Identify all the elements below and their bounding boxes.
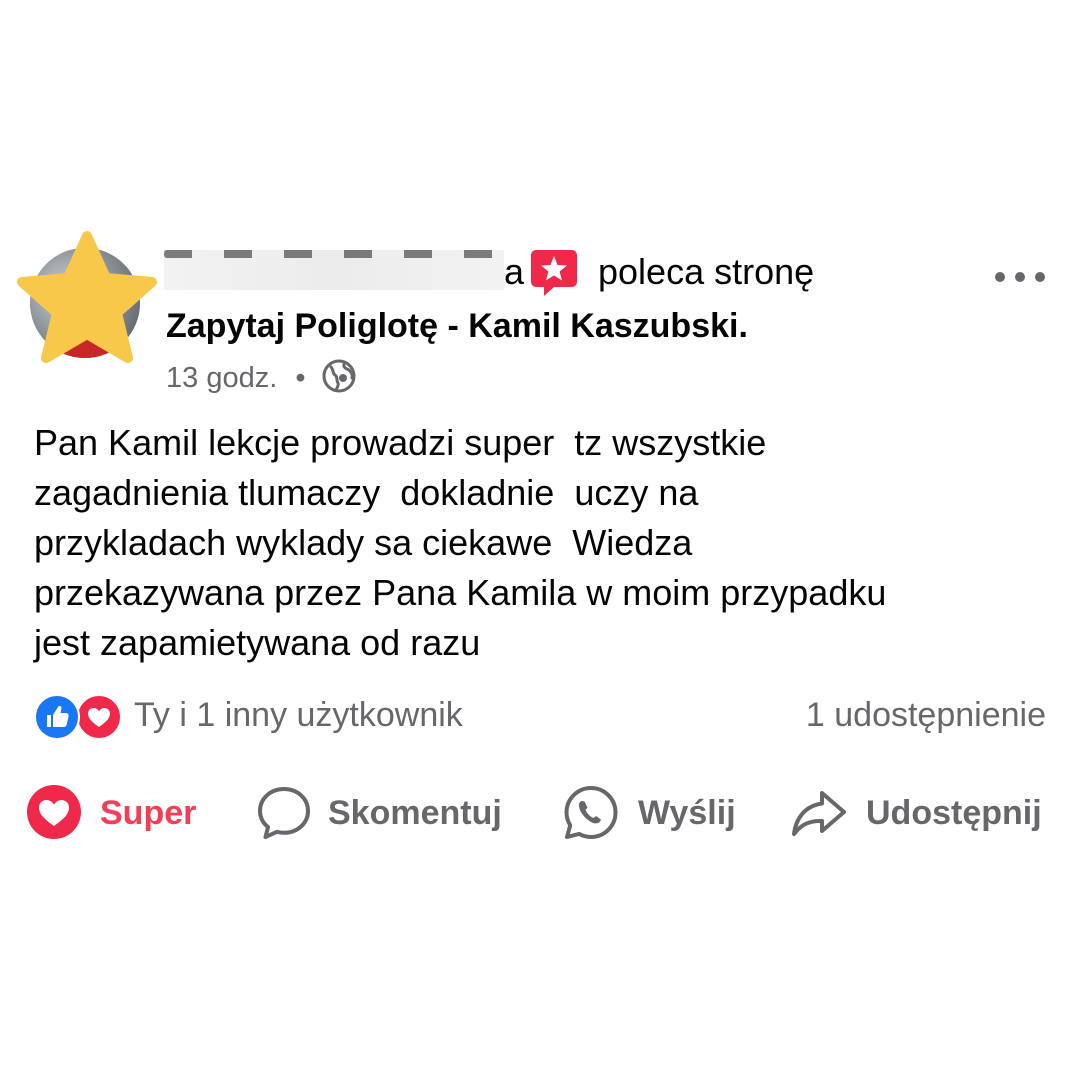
recommendation-icon: [531, 250, 577, 296]
more-options-icon[interactable]: [992, 262, 1048, 292]
recommended-page-name[interactable]: Zapytaj Poliglotę - Kamil Kaszubski.: [166, 306, 748, 346]
super-label: Super: [100, 794, 197, 832]
send-label: Wyślij: [638, 794, 736, 832]
love-reaction-icon: [27, 785, 81, 839]
reaction-icons[interactable]: [34, 694, 126, 740]
author-name-redacted[interactable]: [164, 250, 504, 290]
share-button[interactable]: Udostępnij: [790, 778, 1070, 848]
recommends-text: poleca stronę: [598, 251, 815, 292]
meta-separator: •: [295, 362, 306, 394]
share-label: Udostępnij: [866, 794, 1042, 832]
whatsapp-icon: [564, 786, 618, 839]
comment-label: Skomentuj: [328, 794, 502, 832]
star-overlay-icon: [17, 231, 157, 363]
globe-icon[interactable]: [322, 359, 356, 393]
post-text: Pan Kamil lekcje prowadzi super tz wszys…: [34, 422, 887, 663]
shares-count[interactable]: 1 udostępnienie: [806, 692, 1046, 738]
comment-button[interactable]: Skomentuj: [256, 778, 526, 848]
comment-icon: [258, 787, 310, 839]
post-card: a poleca stronę Zapytaj Poliglotę - Kami…: [0, 0, 1080, 1080]
share-icon: [792, 791, 846, 836]
love-icon: [76, 694, 122, 740]
redacted-name-fragment: [164, 250, 504, 258]
send-button[interactable]: Wyślij: [562, 778, 752, 848]
reactions-summary: Ty i 1 inny użytkownik 1 udostępnienie: [34, 692, 1046, 740]
post-time[interactable]: 13 godz.: [166, 362, 277, 394]
author-name-tail[interactable]: a: [504, 252, 524, 292]
like-icon: [34, 694, 80, 740]
super-reaction-button[interactable]: Super: [26, 778, 216, 848]
post-header-line: a poleca stronę: [164, 246, 884, 296]
action-bar: Super Skomentuj Wyślij Udostępnij: [0, 778, 1080, 848]
post-meta: 13 godz. •: [166, 358, 356, 398]
reaction-summary-text[interactable]: Ty i 1 inny użytkownik: [134, 692, 463, 738]
